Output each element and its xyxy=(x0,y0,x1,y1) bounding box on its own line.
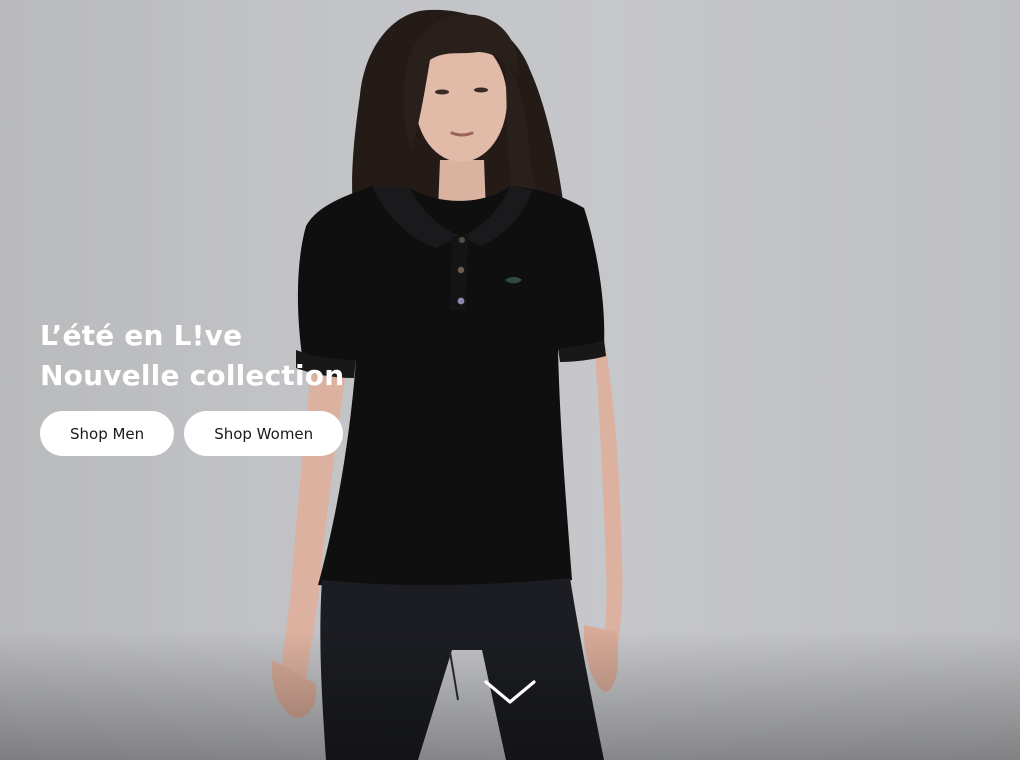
hero-banner: L’été en L!ve Nouvelle collection Shop M… xyxy=(0,0,1020,760)
shop-men-button[interactable]: Shop Men xyxy=(40,411,175,456)
chevron-down-icon[interactable] xyxy=(484,678,536,706)
headline-line-2: Nouvelle collection xyxy=(40,359,345,392)
headline-line-1: L’été en L!ve xyxy=(40,319,243,352)
hero-headline: L’été en L!ve Nouvelle collection xyxy=(40,316,344,396)
hero-copy: L’été en L!ve Nouvelle collection Shop M… xyxy=(40,316,344,456)
cta-group: Shop Men Shop Women xyxy=(40,411,344,456)
shop-women-button[interactable]: Shop Women xyxy=(184,411,344,456)
